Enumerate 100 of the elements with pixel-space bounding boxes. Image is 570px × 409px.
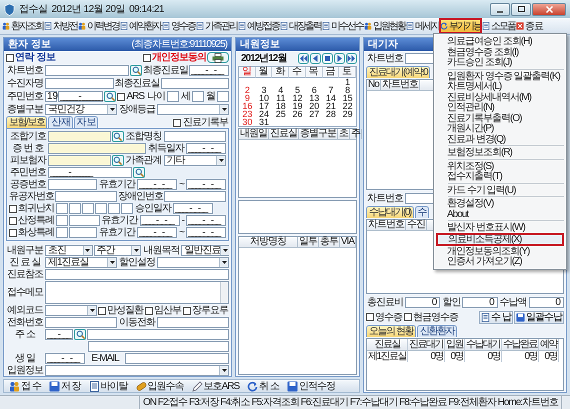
date-field[interactable]: ____-__-__: [173, 203, 213, 214]
menu-item[interactable]: 보험정보조회(R): [436, 147, 564, 158]
menu-item[interactable]: About: [436, 208, 564, 219]
input-field[interactable]: [95, 203, 107, 214]
date-field[interactable]: ____-__-__: [189, 65, 229, 76]
tab[interactable]: 진료대기(예약:0: [366, 66, 430, 78]
tab[interactable]: 수납대기(0): [366, 206, 414, 218]
column-header[interactable]: 진료대기: [408, 339, 446, 352]
menu-item[interactable]: 의료비소득공제(X): [436, 232, 564, 246]
column-header[interactable]: 차트번호: [367, 220, 406, 230]
checkbox[interactable]: [9, 216, 17, 224]
input-field[interactable]: 19: [45, 91, 57, 102]
search-button[interactable]: [133, 167, 145, 178]
toolbar-button[interactable]: 소모품: [482, 19, 515, 33]
input-field[interactable]: [69, 227, 98, 238]
toolbar-button[interactable]: 종 료: [516, 19, 542, 33]
tab[interactable]: 오늘의 현황: [366, 325, 416, 338]
toolbar-button[interactable]: 예약환자: [120, 19, 161, 33]
input-field[interactable]: [160, 78, 229, 89]
dropdown[interactable]: 국민건강: [45, 104, 117, 115]
column-header[interactable]: 차트번호: [380, 80, 420, 90]
checkbox[interactable]: [173, 118, 181, 126]
menu-item[interactable]: 의료급여승인 조회(H): [436, 36, 564, 46]
calendar-day[interactable]: 24: [256, 110, 272, 118]
menu-item[interactable]: 입원환자 영수증 일괄출력(K): [436, 70, 564, 81]
date-field[interactable]: ____-__-__: [45, 353, 85, 364]
input-field[interactable]: ______-_______: [58, 91, 104, 102]
tab[interactable]: 신환환자: [416, 325, 457, 338]
calendar-day[interactable]: 12: [289, 94, 306, 102]
column-header[interactable]: 일투: [298, 237, 319, 248]
toolbar-button[interactable]: 대장출력: [280, 19, 321, 33]
toolbar-button[interactable]: 처방전: [44, 19, 77, 33]
toolbar-button[interactable]: 영수증: [162, 19, 195, 33]
date-field[interactable]: ____-__-__: [186, 179, 226, 190]
action-button[interactable]: 바이탈: [86, 380, 131, 392]
tab[interactable]: 산 재: [48, 116, 73, 128]
calendar-day[interactable]: 25: [272, 110, 290, 118]
input-field[interactable]: [48, 179, 98, 190]
calendar-day[interactable]: 18: [272, 102, 290, 110]
dropdown[interactable]: 제1진료실: [45, 257, 117, 268]
input-field[interactable]: [45, 65, 129, 76]
column-header[interactable]: No: [367, 80, 381, 90]
input-field[interactable]: [56, 203, 68, 214]
maximize-button[interactable]: [511, 2, 531, 16]
calendar-day[interactable]: 22: [339, 102, 356, 110]
menu-item[interactable]: 현금영수증 조회(I): [436, 46, 564, 57]
calendar-day[interactable]: 20: [306, 102, 323, 110]
dropdown[interactable]: [157, 257, 229, 268]
checkbox[interactable]: [9, 228, 17, 236]
dropdown[interactable]: 초진: [45, 245, 93, 256]
calendar-day[interactable]: 2: [239, 86, 256, 94]
print-button[interactable]: [207, 52, 229, 63]
dropdown[interactable]: 기타: [164, 155, 226, 166]
input-field[interactable]: [192, 91, 204, 102]
menu-item[interactable]: 접수지출력(T): [436, 171, 564, 182]
calendar-day[interactable]: 29: [339, 110, 356, 118]
calendar-day[interactable]: 1: [339, 78, 356, 86]
column-header[interactable]: 종별구분: [299, 129, 338, 139]
column-header[interactable]: 내원일: [239, 129, 269, 139]
menu-item[interactable]: 진료과 변경(Q): [436, 134, 564, 144]
menu-item[interactable]: 진료비상세내역서(M): [436, 92, 564, 102]
column-header[interactable]: VIA: [340, 237, 356, 248]
tab[interactable]: 자 보: [74, 116, 98, 128]
input-field[interactable]: [82, 203, 94, 214]
input-field[interactable]: [88, 341, 229, 352]
calendar-day[interactable]: 14: [322, 94, 340, 102]
column-header[interactable]: 진료실: [269, 129, 299, 139]
checkbox[interactable]: [183, 306, 191, 314]
menu-item[interactable]: 인적관리(N): [436, 102, 564, 112]
input-field[interactable]: [45, 78, 114, 89]
column-header[interactable]: 수납대기: [465, 339, 502, 352]
calendar-day[interactable]: 7: [322, 86, 340, 94]
amount-field[interactable]: 0: [462, 297, 498, 308]
checkbox[interactable]: [145, 306, 153, 314]
menu-item[interactable]: 카드 수기 입력(U): [436, 184, 564, 195]
search-button[interactable]: [112, 155, 124, 166]
input-field[interactable]: ______-_______: [48, 167, 132, 178]
input-field[interactable]: [55, 191, 117, 202]
scrollbar[interactable]: [220, 282, 228, 303]
calendar-day[interactable]: 13: [306, 94, 323, 102]
checkbox[interactable]: [98, 306, 106, 314]
dropdown[interactable]: 주간: [94, 245, 142, 256]
calendar-day[interactable]: 15: [339, 94, 356, 102]
calendar-day[interactable]: 3: [256, 86, 272, 94]
menu-item[interactable]: 차트명세서(L): [436, 81, 564, 92]
date-field[interactable]: ____-__-__: [137, 227, 178, 238]
previous-month-button[interactable]: [310, 53, 321, 64]
minimize-button[interactable]: [490, 2, 510, 16]
input-field[interactable]: [121, 203, 133, 214]
amount-field[interactable]: 0: [405, 297, 440, 308]
input-field[interactable]: [48, 155, 110, 166]
action-button[interactable]: 취 소: [244, 380, 282, 392]
menu-item[interactable]: 개인정보동의조회(Y): [436, 246, 564, 256]
column-header[interactable]: 초: [338, 129, 350, 139]
toolbar-button[interactable]: 미수선수: [322, 19, 363, 33]
date-field[interactable]: ____-__-__: [186, 227, 226, 238]
input-field[interactable]: [45, 269, 229, 280]
search-button[interactable]: [104, 91, 116, 102]
menu-item[interactable]: 진료기록부출력(O): [436, 112, 564, 123]
toolbar-button[interactable]: 가족관리: [196, 19, 237, 33]
